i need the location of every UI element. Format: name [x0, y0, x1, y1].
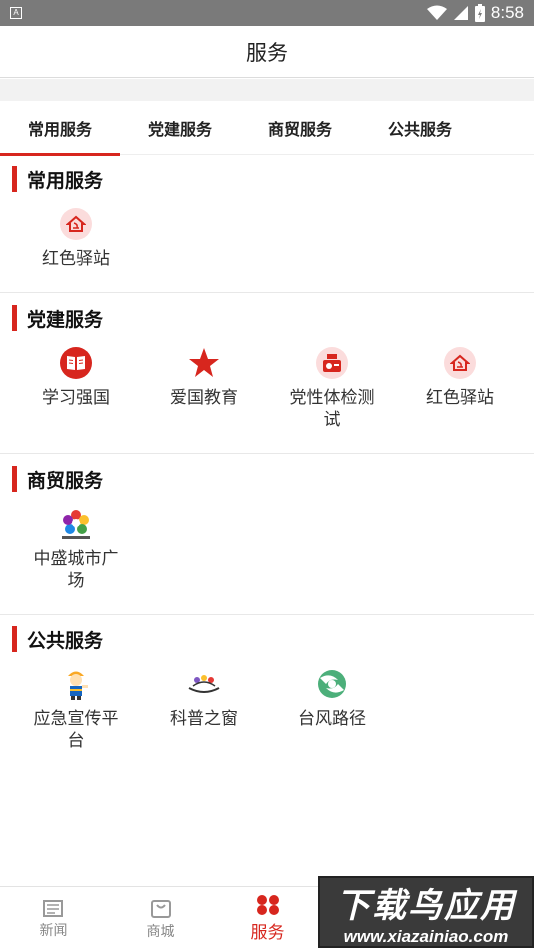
service-item-patriotic-education[interactable]: 爱国教育 — [140, 345, 268, 431]
tab-common-services[interactable]: 常用服务 — [0, 101, 120, 156]
test-icon — [316, 347, 348, 379]
red-star-icon — [186, 345, 222, 381]
nav-label: 服务 — [250, 923, 285, 943]
service-item-label: 科普之窗 — [170, 709, 238, 729]
section-marker — [12, 466, 17, 492]
red-station-icon — [60, 208, 92, 240]
study-book-icon — [60, 347, 92, 379]
red-station-icon — [444, 347, 476, 379]
service-item-label: 中盛城市广场 — [33, 549, 119, 591]
spacer-strip — [0, 79, 534, 101]
section-title: 常用服务 — [27, 169, 104, 192]
section-public: 公共服务 应急宣传平台 科普之窗 台风路径 — [0, 624, 534, 752]
service-icon — [256, 895, 279, 915]
service-item-zhongsheng-plaza[interactable]: 中盛城市广场 — [12, 506, 140, 592]
nav-news[interactable]: 新闻 — [0, 887, 107, 950]
section-marker — [12, 166, 17, 192]
service-item-label: 红色驿站 — [42, 249, 110, 269]
divider — [0, 453, 534, 454]
plaza-logo-icon — [58, 506, 94, 542]
status-bar: A 8:58 — [0, 0, 534, 26]
news-icon — [42, 899, 63, 917]
science-icon — [186, 666, 222, 702]
section-title: 公共服务 — [27, 629, 104, 652]
battery-icon — [474, 4, 485, 22]
service-item-emergency-platform[interactable]: 应急宣传平台 — [12, 666, 140, 752]
service-item-typhoon-path[interactable]: 台风路径 — [268, 666, 396, 752]
app-notification-icon: A — [10, 7, 22, 19]
section-header: 商贸服务 — [0, 464, 534, 494]
watermark-logo: 下载鸟应用 www.xiazainiao.com — [318, 876, 534, 948]
wifi-icon — [426, 5, 447, 20]
service-tabs: 常用服务 党建服务 商贸服务 公共服务 — [0, 101, 534, 156]
section-party: 党建服务 学习强国 爱国教育 党性体检测试 红色驿站 — [0, 303, 534, 431]
status-icons: 8:58 — [426, 3, 524, 23]
divider — [0, 614, 534, 615]
service-item-study[interactable]: 学习强国 — [12, 345, 140, 431]
service-item-red-station-2[interactable]: 红色驿站 — [396, 345, 524, 431]
tab-commerce-services[interactable]: 商贸服务 — [240, 101, 360, 155]
service-item-label: 党性体检测试 — [289, 388, 375, 430]
section-common: 常用服务 红色驿站 — [0, 164, 534, 270]
service-item-label: 爱国教育 — [170, 388, 238, 408]
section-marker — [12, 626, 17, 652]
nav-label: 商城 — [146, 923, 175, 940]
section-header: 常用服务 — [0, 164, 534, 194]
nav-shop[interactable]: 商城 — [107, 887, 214, 950]
section-header: 公共服务 — [0, 624, 534, 654]
page-title: 服务 — [246, 40, 288, 65]
service-item-label: 红色驿站 — [426, 388, 494, 408]
typhoon-icon — [314, 666, 350, 702]
shop-bag-icon — [150, 899, 171, 918]
service-item-label: 学习强国 — [42, 388, 110, 408]
section-header: 党建服务 — [0, 303, 534, 333]
service-item-science-window[interactable]: 科普之窗 — [140, 666, 268, 752]
tab-party-services[interactable]: 党建服务 — [120, 101, 240, 155]
service-item-label: 应急宣传平台 — [33, 709, 119, 751]
nav-service[interactable]: 服务 — [214, 887, 321, 950]
service-item-red-station[interactable]: 红色驿站 — [12, 206, 140, 270]
watermark-url: www.xiazainiao.com — [343, 926, 509, 946]
service-item-party-test[interactable]: 党性体检测试 — [268, 345, 396, 431]
status-time: 8:58 — [490, 3, 524, 22]
section-title: 党建服务 — [27, 308, 104, 331]
service-item-label: 台风路径 — [298, 709, 366, 729]
worker-icon — [58, 666, 94, 702]
divider — [0, 292, 534, 293]
section-commerce: 商贸服务 中盛城市广场 — [0, 464, 534, 592]
signal-icon — [453, 6, 468, 20]
watermark-title: 下载鸟应用 — [336, 885, 516, 926]
nav-label: 新闻 — [39, 922, 68, 939]
title-bar: 服务 — [0, 26, 534, 78]
section-title: 商贸服务 — [27, 469, 104, 492]
section-marker — [12, 305, 17, 331]
tab-public-services[interactable]: 公共服务 — [360, 101, 480, 155]
